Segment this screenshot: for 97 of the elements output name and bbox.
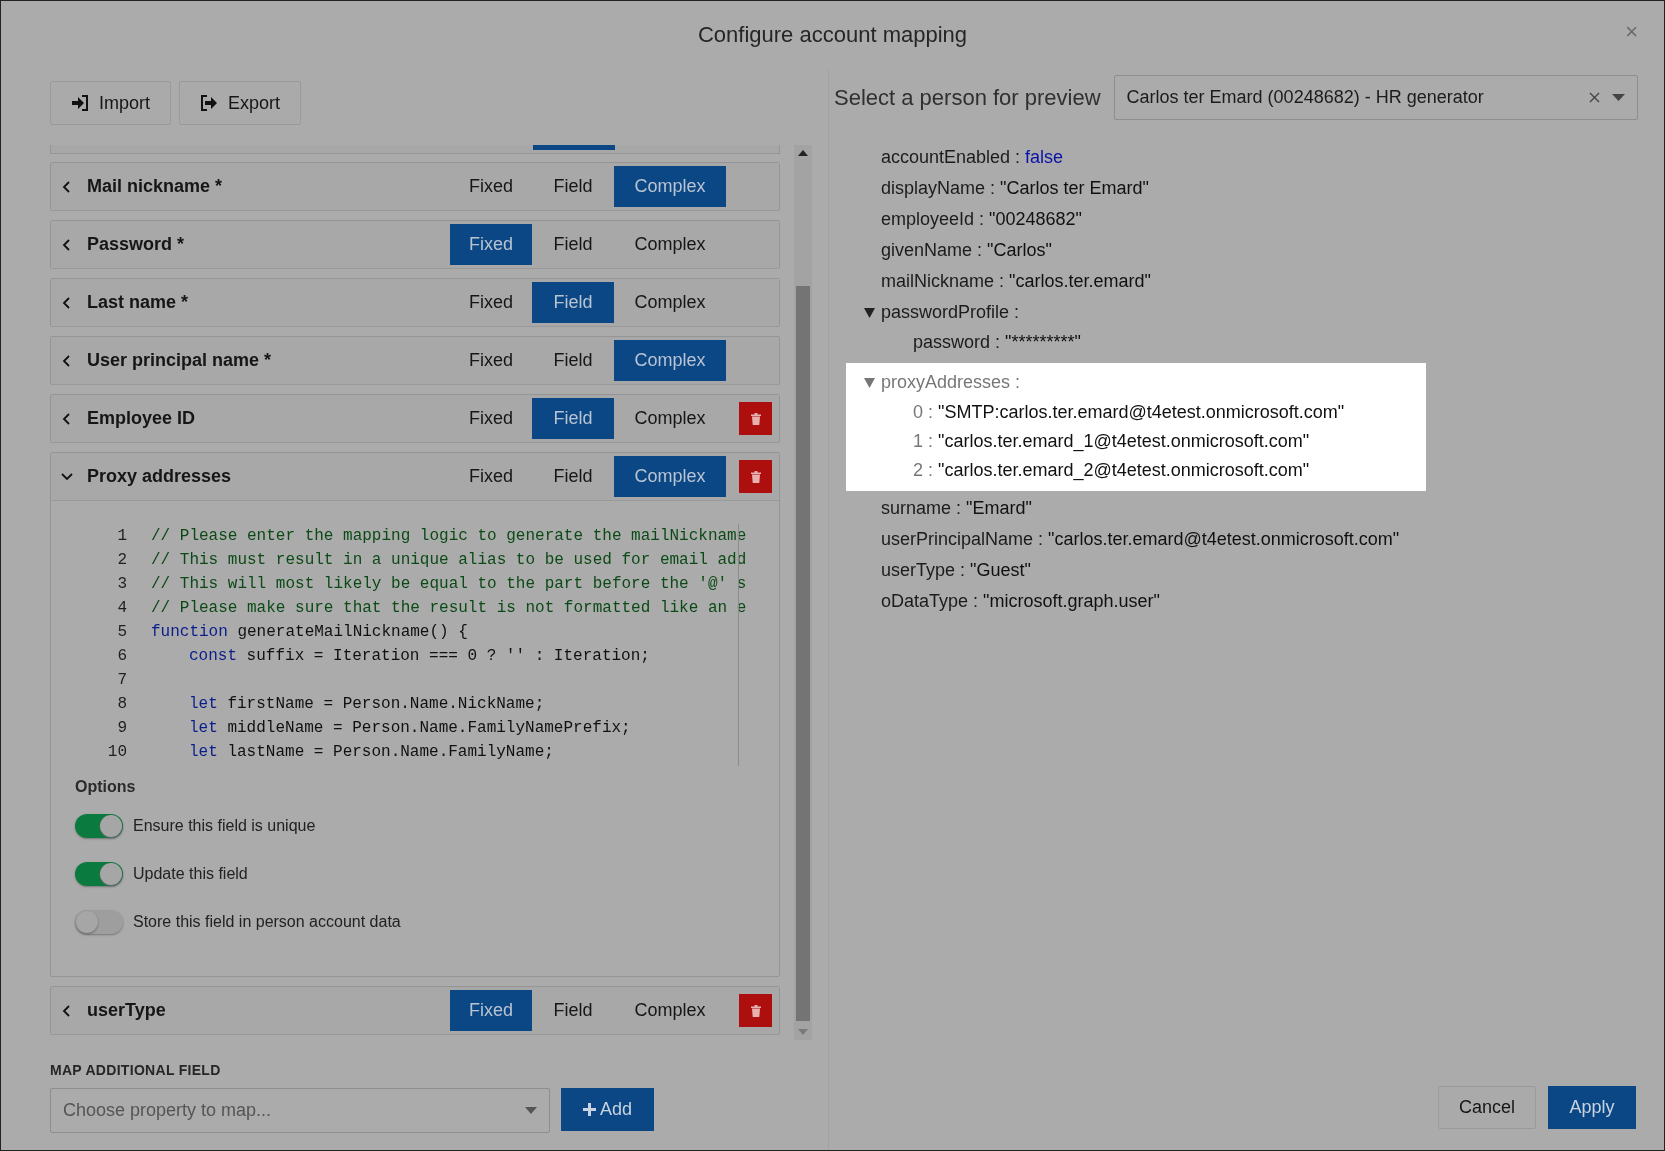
mapping-label: userType — [87, 1000, 167, 1021]
tree-entry: givenName : "Carlos" — [881, 240, 1052, 261]
mapping-label: Mail nickname * — [87, 176, 224, 197]
mode-tab[interactable]: Field — [532, 282, 614, 323]
delete-button[interactable] — [739, 460, 772, 493]
tree-entry: 1 : "carlos.ter.emard_1@t4etest.onmicrosoft.com" — [913, 431, 1310, 452]
mode-tab[interactable]: Field — [532, 340, 614, 381]
mode-tab[interactable]: Fixed — [450, 456, 532, 497]
mapping-label: Password * — [87, 234, 186, 255]
mode-tab[interactable]: Field — [532, 224, 614, 265]
tree-entry: mailNickname : "carlos.ter.emard" — [881, 271, 1151, 292]
chevron-left-icon[interactable] — [61, 411, 73, 426]
toggle-switch[interactable] — [75, 910, 123, 934]
mode-tab[interactable]: Complex — [614, 456, 726, 497]
tree-entry: employeeId : "00248682" — [881, 209, 1082, 230]
mode-tab[interactable]: Complex — [614, 224, 726, 265]
mode-tab[interactable]: Complex — [614, 282, 726, 323]
code-line: let firstName = Person.Name.NickName; — [188, 695, 545, 713]
tree-entry: 2 : "carlos.ter.emard_2@t4etest.onmicrosoft.com" — [913, 460, 1310, 481]
mode-tab[interactable]: Field — [532, 398, 614, 439]
expand-triangle-icon[interactable] — [864, 308, 875, 318]
line-number: 4 — [116, 599, 127, 617]
tree-entry: userPrincipalName : "carlos.ter.emard@t4etest.onmicrosoft.com" — [881, 529, 1400, 550]
line-number: 10 — [106, 743, 127, 761]
option-label: Ensure this field is unique — [133, 817, 316, 835]
line-number: 8 — [116, 695, 127, 713]
section-heading: MAP ADDITIONAL FIELD — [50, 1062, 222, 1078]
code-line: let middleName = Person.Name.FamilyNamePrefix; — [188, 719, 631, 737]
tree-entry: userType : "Guest" — [881, 560, 1031, 581]
toggle-switch[interactable] — [75, 814, 123, 838]
code-line: const suffix = Iteration === 0 ? '' : Iteration; — [188, 647, 650, 665]
tree-entry: surname : "Emard" — [881, 498, 1032, 519]
chevron-left-icon[interactable] — [61, 295, 73, 310]
line-number: 7 — [116, 671, 127, 689]
chevron-left-icon[interactable] — [61, 237, 73, 252]
mode-tab[interactable]: Complex — [614, 340, 726, 381]
delete-button[interactable] — [739, 402, 772, 435]
code-line: function generateMailNickname() { — [150, 623, 468, 641]
line-number: 5 — [116, 623, 127, 641]
dialog-title: Configure account mapping — [697, 22, 968, 48]
expand-triangle-icon[interactable] — [864, 378, 875, 388]
options-heading: Options — [75, 778, 137, 796]
tree-entry: displayName : "Carlos ter Emard" — [881, 178, 1149, 199]
tree-key: proxyAddresses : — [881, 372, 1021, 393]
import-icon — [71, 95, 89, 111]
trash-icon — [750, 1004, 761, 1017]
mode-tab[interactable]: Field — [532, 990, 614, 1031]
mode-tab[interactable]: Fixed — [450, 398, 532, 439]
dropdown-caret-icon — [1611, 94, 1625, 101]
option-label: Store this field in person account data — [133, 913, 401, 931]
tree-entry: 0 : "SMTP:carlos.ter.emard@t4etest.onmicrosoft.com" — [913, 402, 1345, 423]
mode-tab[interactable]: Fixed — [450, 340, 532, 381]
option-label: Update this field — [133, 865, 248, 883]
person-dropdown[interactable]: Carlos ter Emard (00248682) - HR generator — [1113, 75, 1638, 120]
import-button[interactable]: Import — [50, 81, 171, 125]
line-number: 1 — [116, 527, 127, 545]
preview-label: Select a person for preview — [834, 84, 1101, 111]
dropdown-caret-icon — [525, 1107, 537, 1114]
mapping-label: User principal name * — [87, 350, 273, 371]
mode-tab[interactable]: Fixed — [450, 990, 532, 1031]
mode-tab[interactable]: Complex — [614, 398, 726, 439]
chevron-left-icon[interactable] — [61, 179, 73, 194]
mode-tab[interactable]: Fixed — [450, 224, 532, 265]
trash-icon — [750, 470, 761, 483]
scroll-up-icon[interactable] — [798, 150, 808, 156]
chevron-left-icon[interactable] — [61, 353, 73, 368]
scrollbar[interactable] — [794, 145, 812, 1040]
delete-button[interactable] — [739, 994, 772, 1027]
line-number: 9 — [116, 719, 127, 737]
line-number: 6 — [116, 647, 127, 665]
add-button[interactable]: Add — [561, 1088, 654, 1131]
clear-icon[interactable] — [1588, 92, 1600, 103]
tree-key: passwordProfile : — [881, 302, 1020, 323]
trash-icon — [750, 412, 761, 425]
line-number: 2 — [116, 551, 127, 569]
mode-tab[interactable]: Field — [532, 456, 614, 497]
apply-button[interactable]: Apply — [1548, 1086, 1636, 1129]
code-line: // Please enter the mapping logic to generate the mailNickname — [150, 527, 747, 545]
mode-tab[interactable]: Fixed — [450, 166, 532, 207]
mode-tab[interactable]: Fixed — [450, 282, 532, 323]
mode-tab[interactable]: Complex — [614, 166, 726, 207]
tree-entry: accountEnabled : false — [881, 147, 1064, 168]
mapping-label: Last name * — [87, 292, 190, 313]
export-icon — [200, 95, 218, 111]
toggle-switch[interactable] — [75, 862, 123, 886]
mode-tab[interactable]: Field — [532, 166, 614, 207]
mapping-label: Employee ID — [87, 408, 197, 429]
tree-entry: password : "*********" — [913, 332, 1081, 353]
code-line: let lastName = Person.Name.FamilyName; — [188, 743, 554, 761]
cancel-button[interactable]: Cancel — [1438, 1086, 1536, 1129]
mapping-label: Proxy addresses — [87, 466, 233, 487]
chevron-left-icon[interactable] — [61, 1003, 73, 1018]
mode-tab[interactable]: Complex — [614, 990, 726, 1031]
export-button[interactable]: Export — [179, 81, 302, 125]
line-number: 3 — [116, 575, 127, 593]
plus-icon — [583, 1103, 596, 1116]
tree-entry: oDataType : "microsoft.graph.user" — [881, 591, 1160, 612]
